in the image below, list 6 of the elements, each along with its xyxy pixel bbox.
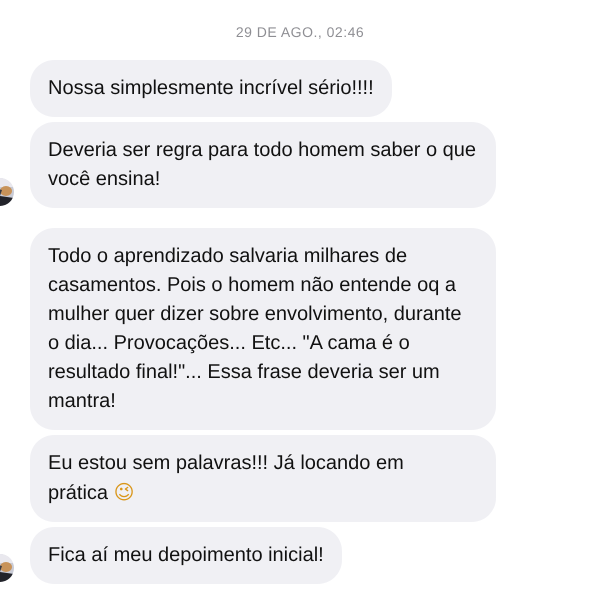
message-bubble: Eu estou sem palavras!!! Já locando em prática 😉 [30,435,496,522]
timestamp: 29 DE AGO., 02:46 [234,24,366,40]
message-bubble: Fica aí meu depoimento inicial! [30,527,342,584]
message-bubble: Todo o aprendizado salvaria milhares de casamentos. Pois o homem não entende oq a mulher quer dizer sobre envolvimento, durante o dia... Provocações... Etc... "A cama é o resultado final!"... Essa frase deveria ser um mantra! [30,228,496,430]
message-bubble: Nossa simplesmente incrível sério!!!! [30,60,392,117]
message-bubble: Deveria ser regra para todo homem saber o que você ensina! [30,122,496,208]
